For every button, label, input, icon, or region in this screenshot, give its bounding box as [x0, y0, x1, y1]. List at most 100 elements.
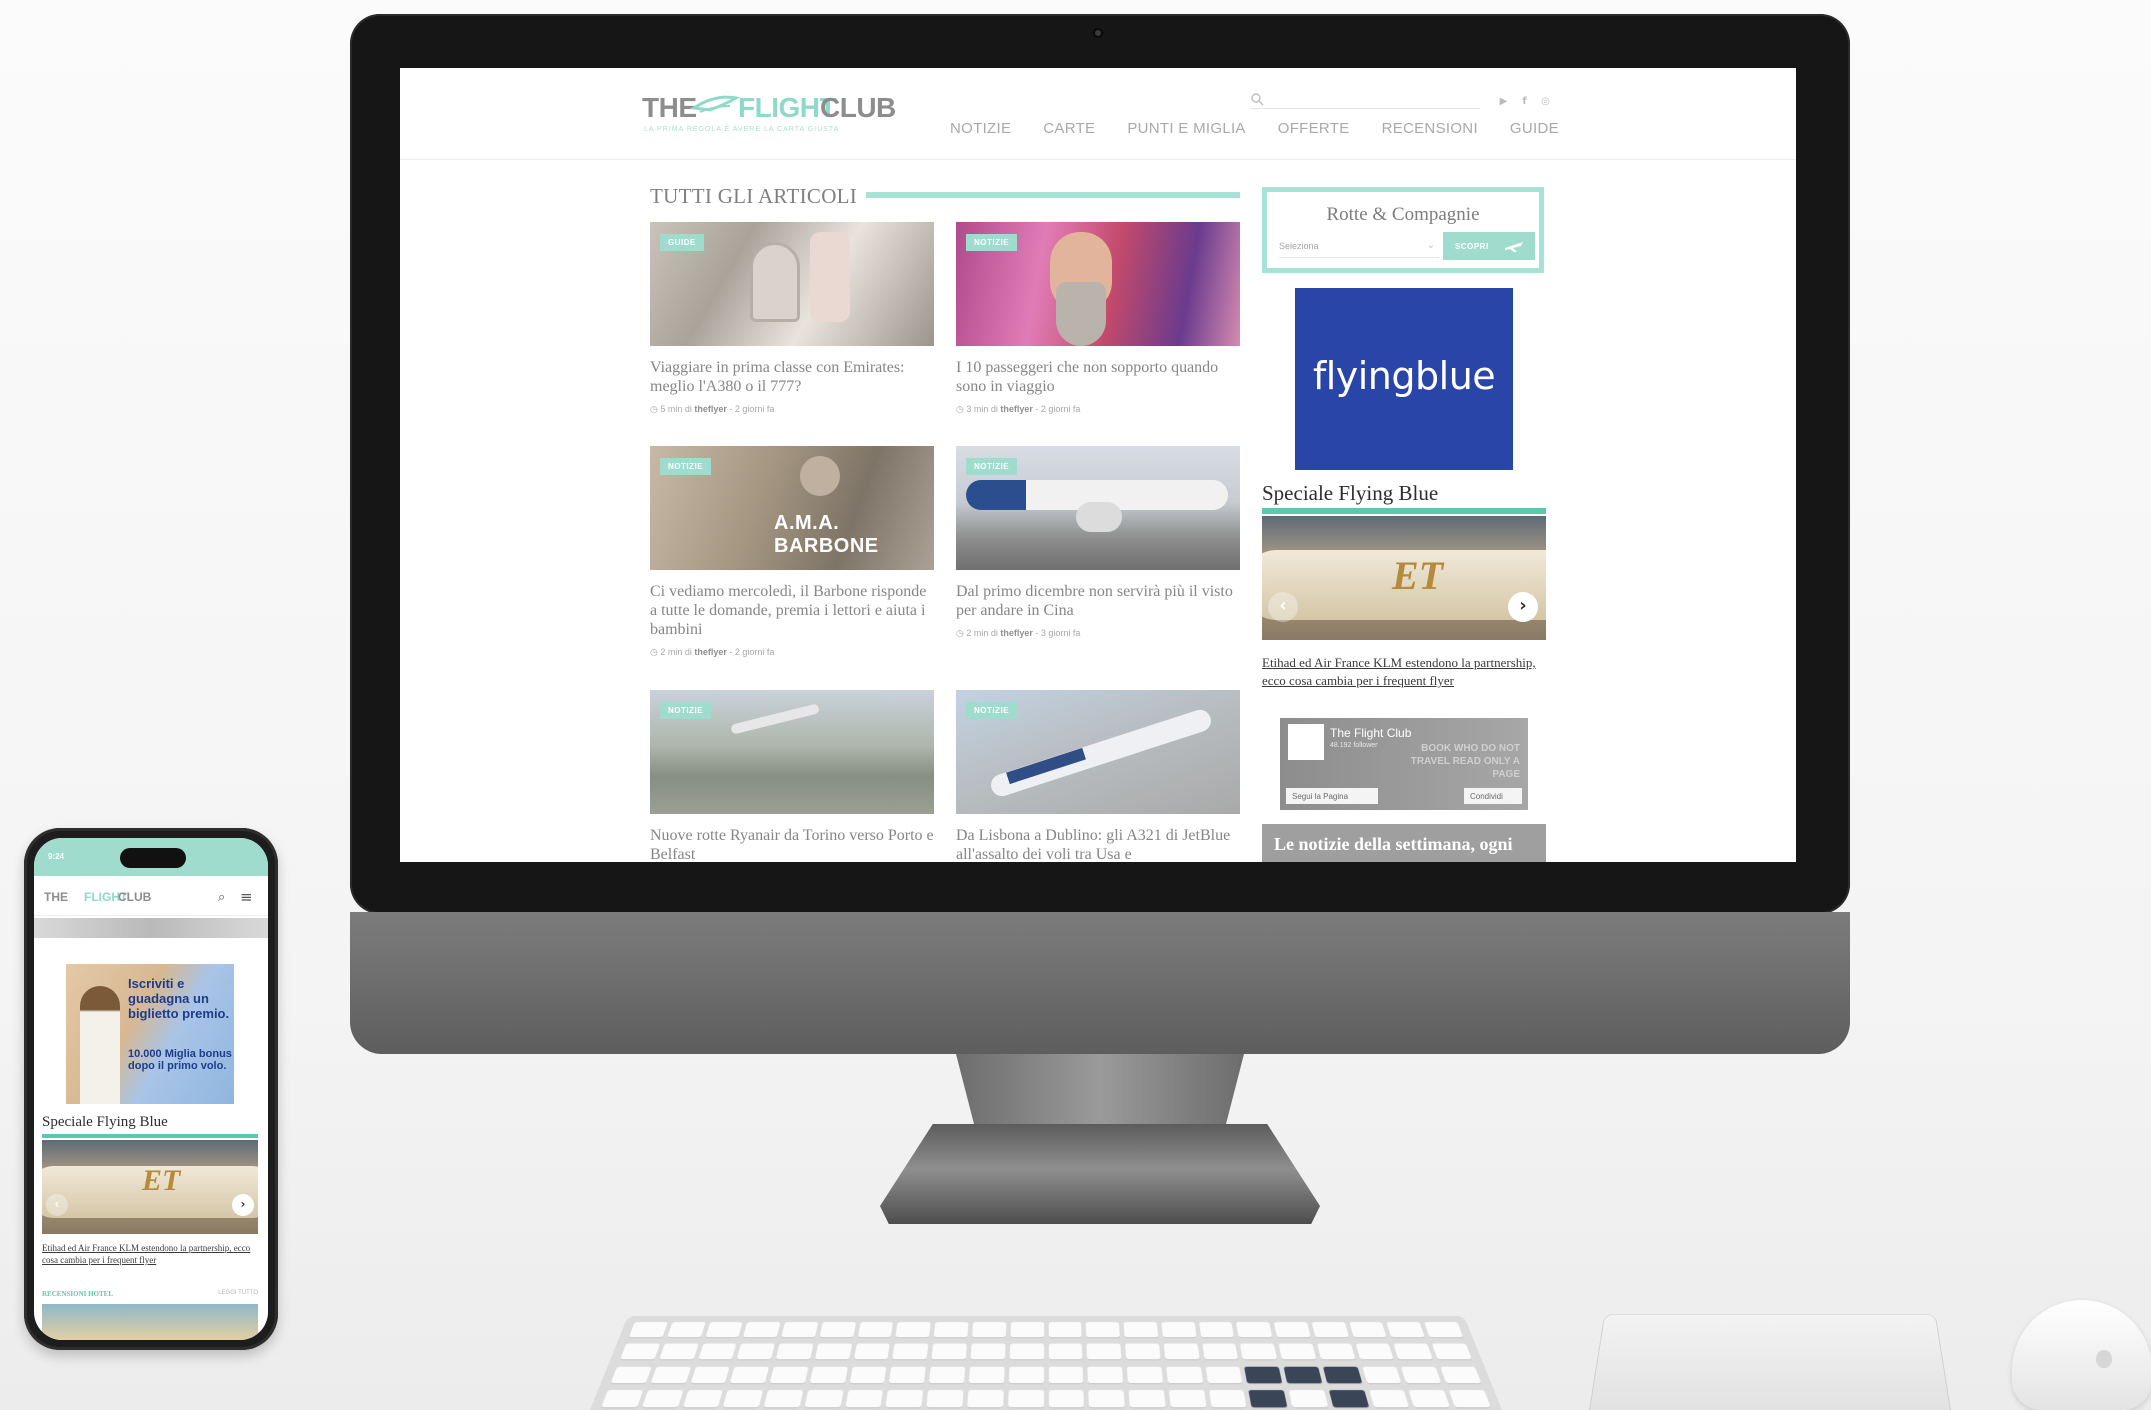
logo-plane-icon	[690, 95, 740, 113]
airline-select-value: Seleziona	[1279, 241, 1319, 251]
nav-item-notizie[interactable]: NOTIZIE	[950, 120, 1011, 137]
mobile-logo-the[interactable]: THE	[44, 890, 68, 904]
clock-icon: ◷	[650, 647, 658, 657]
social-links: ▶ f ◎	[1498, 96, 1551, 107]
nav-item-punti-e-miglia[interactable]: PUNTI E MIGLIA	[1127, 120, 1245, 137]
article-title[interactable]: Dal primo dicembre non servirà più il vi…	[956, 582, 1240, 620]
airplane-icon	[1505, 242, 1523, 252]
youtube-icon[interactable]: ▶	[1498, 96, 1509, 107]
fb-share-button[interactable]: Condividi	[1464, 788, 1522, 804]
clock-icon: ◷	[956, 628, 964, 638]
category-badge[interactable]: NOTIZIE	[660, 702, 712, 719]
article-thumbnail[interactable]: NOTIZIE	[956, 446, 1240, 570]
fb-follower-count: 48.192 follower	[1330, 742, 1378, 749]
article-card[interactable]: NOTIZIE Da Lisbona a Dublino: gli A321 d…	[956, 690, 1240, 862]
fb-follow-button[interactable]: Segui la Pagina	[1286, 788, 1378, 804]
clock-icon: ◷	[956, 404, 964, 414]
logo-text-club[interactable]: CLUB	[820, 92, 896, 124]
special-section-title: Speciale Flying Blue	[1262, 481, 1439, 505]
article-title[interactable]: Viaggiare in prima classe con Emirates: …	[650, 358, 934, 396]
category-badge[interactable]: NOTIZIE	[966, 458, 1018, 475]
trackpad	[1590, 1314, 1950, 1410]
mobile-section-label: RECENSIONI HOTEL	[42, 1290, 113, 1298]
meta-author[interactable]: theflyer	[1000, 628, 1033, 638]
apple-logo-icon	[2096, 1350, 2112, 1368]
fb-cover-text: BOOK WHO DO NOT TRAVEL READ ONLY A PAGE	[1410, 743, 1520, 780]
carousel-next-button[interactable]: ›	[1508, 592, 1538, 622]
nav-item-carte[interactable]: CARTE	[1043, 120, 1095, 137]
carousel-prev-button[interactable]: ‹	[1268, 592, 1298, 622]
article-title[interactable]: I 10 passeggeri che non sopporto quando …	[956, 358, 1240, 396]
category-badge[interactable]: NOTIZIE	[966, 234, 1018, 251]
article-card[interactable]: NOTIZIE Dal primo dicembre non servirà p…	[956, 446, 1240, 639]
imac-stand-foot	[880, 1124, 1320, 1224]
meta-author[interactable]: theflyer	[694, 404, 727, 414]
mobile-header: THE FLIGHT CLUB ⌕ ≡	[34, 876, 268, 916]
article-thumbnail[interactable]: NOTIZIE	[956, 690, 1240, 814]
status-time: 9:24	[48, 852, 65, 861]
phone-status-bar: 9:24	[34, 838, 268, 876]
carousel-prev-button[interactable]: ‹	[46, 1194, 68, 1216]
meta-read-time: 2 min di	[660, 647, 695, 657]
article-thumbnail[interactable]: NOTIZIE	[650, 690, 934, 814]
fb-page-name[interactable]: The Flight Club	[1330, 726, 1411, 740]
article-meta: ◷ 5 min di theflyer - 2 giorni fa	[650, 404, 934, 415]
article-title[interactable]: Da Lisbona a Dublino: gli A321 di JetBlu…	[956, 826, 1240, 862]
ad-headline: Iscriviti e guadagna un biglietto premio…	[128, 976, 230, 1021]
mobile-logo-club[interactable]: CLUB	[118, 890, 151, 904]
mouse	[2012, 1300, 2151, 1410]
article-thumbnail[interactable]: A.M.A. BARBONE NOTIZIE	[650, 446, 934, 570]
meta-author[interactable]: theflyer	[694, 647, 727, 657]
flyingblue-ad[interactable]: flyingblue	[1295, 288, 1513, 470]
category-badge[interactable]: NOTIZIE	[966, 702, 1018, 719]
dynamic-island	[120, 848, 186, 868]
facebook-page-widget[interactable]: The Flight Club 48.192 follower BOOK WHO…	[1280, 718, 1528, 810]
newsletter-banner[interactable]: Le notizie della settimana, ogni	[1262, 824, 1546, 862]
newsletter-banner-text: Le notizie della settimana, ogni	[1274, 834, 1513, 854]
nav-item-recensioni[interactable]: RECENSIONI	[1382, 120, 1478, 137]
carousel-next-button[interactable]: ›	[232, 1194, 254, 1216]
mobile-special-article-link[interactable]: Etihad ed Air France KLM estendono la pa…	[42, 1242, 258, 1266]
special-carousel[interactable]: ET ‹ ›	[1262, 516, 1546, 640]
chevron-down-icon: ⌄	[1426, 240, 1435, 251]
article-card[interactable]: GUIDE Viaggiare in prima classe con Emir…	[650, 222, 934, 415]
airline-select[interactable]: Seleziona ⌄	[1279, 236, 1439, 258]
article-card[interactable]: A.M.A. BARBONE NOTIZIE Ci vediamo mercol…	[650, 446, 934, 658]
special-article-link[interactable]: Etihad ed Air France KLM estendono la pa…	[1262, 654, 1542, 690]
meta-author[interactable]: theflyer	[1000, 404, 1033, 414]
site-header: THE FLIGHT CLUB LA PRIMA REGOLA È AVERE …	[400, 68, 1796, 160]
page-avatar	[1288, 724, 1324, 760]
ad-person-image	[80, 986, 120, 1104]
see-all-link[interactable]: LEGGI TUTTO	[218, 1290, 258, 1296]
search-icon[interactable]	[1250, 92, 1264, 106]
article-meta: ◷ 3 min di theflyer - 2 giorni fa	[956, 404, 1240, 415]
mobile-ad-banner[interactable]: Iscriviti e guadagna un biglietto premio…	[66, 964, 234, 1104]
category-badge[interactable]: GUIDE	[660, 234, 704, 251]
hamburger-menu-icon[interactable]: ≡	[240, 888, 253, 906]
article-thumbnail[interactable]: GUIDE	[650, 222, 934, 346]
facebook-icon[interactable]: f	[1519, 96, 1530, 107]
discover-button[interactable]: SCOPRI	[1443, 232, 1535, 260]
article-title[interactable]: Ci vediamo mercoledì, il Barbone rispond…	[650, 582, 934, 639]
logo-text-the[interactable]: THE	[642, 92, 697, 124]
mobile-special-carousel[interactable]: ET ‹ ›	[42, 1140, 258, 1234]
article-card[interactable]: NOTIZIE Nuove rotte Ryanair da Torino ve…	[650, 690, 934, 862]
instagram-icon[interactable]: ◎	[1540, 96, 1551, 107]
category-badge[interactable]: NOTIZIE	[660, 458, 712, 475]
keyboard-keys	[600, 1322, 1492, 1410]
section-title: TUTTI GLI ARTICOLI	[650, 184, 858, 208]
meta-read-time: 3 min di	[966, 404, 1001, 414]
search-input[interactable]	[1250, 108, 1480, 109]
main-nav: NOTIZIE CARTE PUNTI E MIGLIA OFFERTE REC…	[950, 120, 1559, 137]
logo-tagline: LA PRIMA REGOLA È AVERE LA CARTA GIUSTA	[644, 126, 840, 133]
routes-widget-title: Rotte & Compagnie	[1326, 204, 1480, 225]
search-icon[interactable]: ⌕	[218, 890, 225, 905]
nav-item-offerte[interactable]: OFFERTE	[1278, 120, 1350, 137]
article-thumbnail[interactable]: NOTIZIE	[956, 222, 1240, 346]
article-card[interactable]: NOTIZIE I 10 passeggeri che non sopporto…	[956, 222, 1240, 415]
mobile-hotel-image[interactable]	[42, 1304, 258, 1340]
nav-item-guide[interactable]: GUIDE	[1510, 120, 1559, 137]
keyboard	[590, 1316, 1502, 1410]
article-title[interactable]: Nuove rotte Ryanair da Torino verso Port…	[650, 826, 934, 862]
ad-subtext: 10.000 Miglia bonus dopo il primo volo.	[128, 1048, 232, 1072]
